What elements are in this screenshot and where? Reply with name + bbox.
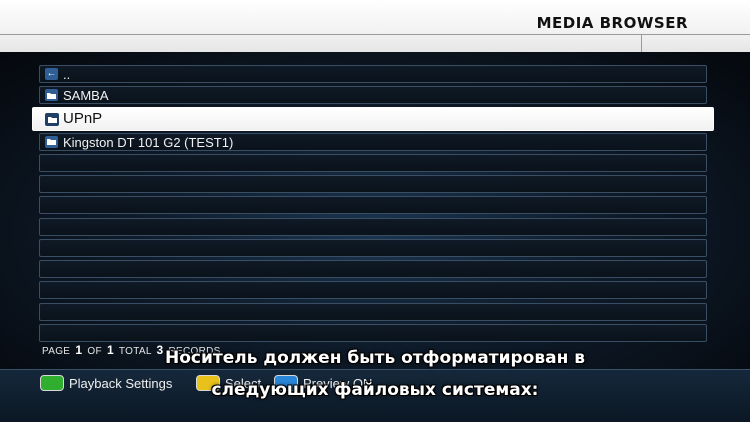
list-item[interactable]: [39, 323, 707, 342]
folder-icon: [45, 112, 59, 126]
back-arrow-icon: ←: [45, 68, 58, 80]
header-rule: [0, 34, 750, 35]
list-item-label: SAMBA: [63, 88, 109, 104]
subtitle-line-2: следующих файловых системах:: [211, 380, 539, 400]
page-title: MEDIA BROWSER: [536, 14, 688, 32]
list-item[interactable]: SAMBA: [39, 86, 707, 105]
list-item[interactable]: [39, 196, 707, 215]
list-item-label: UPnP: [63, 109, 103, 127]
file-list: ←.. SAMBA UPnP Kingston DT 101 G2 (TEST1): [32, 65, 714, 345]
list-item[interactable]: [39, 281, 707, 300]
list-item[interactable]: [39, 238, 707, 257]
list-item[interactable]: Kingston DT 101 G2 (TEST1): [39, 132, 707, 151]
list-item[interactable]: [39, 260, 707, 278]
subtitle-line-1: Носитель должен быть отформатирован в: [164, 348, 585, 368]
list-item[interactable]: [39, 217, 707, 236]
folder-icon: [45, 89, 58, 102]
header-bar: MEDIA BROWSER: [0, 0, 750, 52]
list-item-label: ..: [63, 67, 71, 82]
list-item[interactable]: ←..: [39, 65, 707, 83]
header-divider: [641, 34, 642, 52]
list-item[interactable]: [39, 175, 707, 193]
folder-icon: [45, 135, 58, 148]
list-item[interactable]: [39, 153, 707, 172]
list-item-label: Kingston DT 101 G2 (TEST1): [63, 134, 234, 150]
list-item[interactable]: [39, 302, 707, 321]
list-item[interactable]: UPnP: [32, 106, 714, 131]
